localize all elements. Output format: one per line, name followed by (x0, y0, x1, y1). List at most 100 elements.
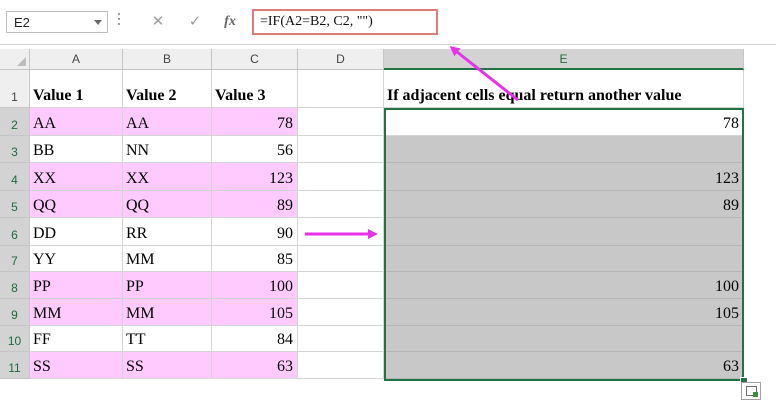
cell-b3[interactable]: NN (123, 136, 212, 163)
quick-analysis-icon[interactable] (741, 382, 761, 400)
cell-d3[interactable] (298, 136, 384, 163)
cell-value: XX (126, 170, 150, 187)
cell-value: 78 (723, 115, 739, 132)
row-number: 7 (11, 254, 18, 268)
cell-e4[interactable]: 123 (384, 163, 744, 191)
cell-e5[interactable]: 89 (384, 191, 744, 218)
cell-d6[interactable] (298, 218, 384, 246)
cell-b7[interactable]: MM (123, 246, 212, 272)
cell-c4[interactable]: 123 (212, 163, 298, 191)
column-header-d[interactable]: D (298, 49, 384, 70)
cell-a11[interactable]: SS (30, 352, 123, 379)
cell-b6[interactable]: RR (123, 218, 212, 246)
cell-a8[interactable]: PP (30, 272, 123, 299)
insert-function-icon[interactable]: fx (215, 11, 245, 33)
cell-b10[interactable]: TT (123, 326, 212, 352)
cell-b9[interactable]: MM (123, 299, 212, 326)
row-header-5[interactable]: 5 (0, 191, 30, 218)
cell-d5[interactable] (298, 191, 384, 218)
cell-e10[interactable] (384, 326, 744, 352)
cell-b4[interactable]: XX (123, 163, 212, 191)
resize-handle-icon[interactable] (118, 13, 121, 31)
cell-a4[interactable]: XX (30, 163, 123, 191)
row-number: 6 (11, 228, 18, 242)
row-header-2[interactable]: 2 (0, 108, 30, 136)
cell-a3[interactable]: BB (30, 136, 123, 163)
row-header-3[interactable]: 3 (0, 136, 30, 163)
cell-d4[interactable] (298, 163, 384, 191)
cell-b5[interactable]: QQ (123, 191, 212, 218)
cell-value: FF (33, 331, 51, 348)
cell-c8[interactable]: 100 (212, 272, 298, 299)
cell-a7[interactable]: YY (30, 246, 123, 272)
cell-d1[interactable] (298, 70, 384, 108)
column-header-a[interactable]: A (30, 49, 123, 70)
cell-d7[interactable] (298, 246, 384, 272)
cell-c3[interactable]: 56 (212, 136, 298, 163)
cell-c6[interactable]: 90 (212, 218, 298, 246)
cell-a5[interactable]: QQ (30, 191, 123, 218)
cell-value: Value 1 (33, 87, 84, 104)
cell-e11[interactable]: 63 (384, 352, 744, 379)
cell-a6[interactable]: DD (30, 218, 123, 246)
row-header-6[interactable]: 6 (0, 218, 30, 246)
cell-value: QQ (126, 197, 150, 214)
cell-value: AA (33, 115, 57, 132)
cell-e7[interactable] (384, 246, 744, 272)
cell-e2[interactable]: 78 (384, 108, 744, 136)
cell-b11[interactable]: SS (123, 352, 212, 379)
cell-b1[interactable]: Value 2 (123, 70, 212, 108)
cell-c10[interactable]: 84 (212, 326, 298, 352)
cancel-icon[interactable]: ✕ (143, 11, 173, 33)
cell-value: 100 (715, 278, 739, 295)
cell-a9[interactable]: MM (30, 299, 123, 326)
row-header-7[interactable]: 7 (0, 246, 30, 272)
cell-e3[interactable] (384, 136, 744, 163)
enter-icon[interactable]: ✓ (180, 11, 210, 33)
row-header-9[interactable]: 9 (0, 299, 30, 326)
cell-e1[interactable]: If adjacent cells equal return another v… (384, 70, 744, 108)
cell-value: AA (126, 115, 150, 132)
cell-e9[interactable]: 105 (384, 299, 744, 326)
cell-b8[interactable]: PP (123, 272, 212, 299)
column-header-e[interactable]: E (384, 49, 744, 70)
cell-d8[interactable] (298, 272, 384, 299)
spreadsheet-window: E2 ✕ ✓ fx =IF(A2=B2, C2, "") ABCDE123456… (0, 0, 776, 406)
cell-e6[interactable] (384, 218, 744, 246)
row-header-4[interactable]: 4 (0, 163, 30, 191)
cell-value: 63 (277, 358, 293, 375)
cell-c2[interactable]: 78 (212, 108, 298, 136)
cell-d9[interactable] (298, 299, 384, 326)
cell-d10[interactable] (298, 326, 384, 352)
cell-value: 89 (723, 197, 739, 214)
row-header-10[interactable]: 10 (0, 326, 30, 352)
cell-b2[interactable]: AA (123, 108, 212, 136)
chevron-down-icon[interactable] (94, 20, 102, 25)
cell-d2[interactable] (298, 108, 384, 136)
cell-value: 100 (269, 278, 293, 295)
formula-input[interactable]: =IF(A2=B2, C2, "") (252, 9, 438, 35)
cell-e8[interactable]: 100 (384, 272, 744, 299)
cell-c5[interactable]: 89 (212, 191, 298, 218)
cell-a1[interactable]: Value 1 (30, 70, 123, 108)
row-number: 5 (11, 200, 18, 214)
name-box[interactable]: E2 (6, 11, 108, 33)
column-header-b[interactable]: B (123, 49, 212, 70)
cell-a2[interactable]: AA (30, 108, 123, 136)
row-header-11[interactable]: 11 (0, 352, 30, 379)
row-number: 8 (11, 281, 18, 295)
row-header-8[interactable]: 8 (0, 272, 30, 299)
select-all-button[interactable] (0, 49, 30, 70)
cell-value: YY (33, 251, 57, 268)
cell-c11[interactable]: 63 (212, 352, 298, 379)
cell-a10[interactable]: FF (30, 326, 123, 352)
cell-d11[interactable] (298, 352, 384, 379)
cell-c7[interactable]: 85 (212, 246, 298, 272)
cell-c1[interactable]: Value 3 (212, 70, 298, 108)
cell-value: PP (33, 278, 51, 295)
cell-c9[interactable]: 105 (212, 299, 298, 326)
column-header-c[interactable]: C (212, 49, 298, 70)
row-number: 10 (7, 334, 22, 348)
row-header-1[interactable]: 1 (0, 70, 30, 108)
row-number: 1 (11, 90, 18, 104)
